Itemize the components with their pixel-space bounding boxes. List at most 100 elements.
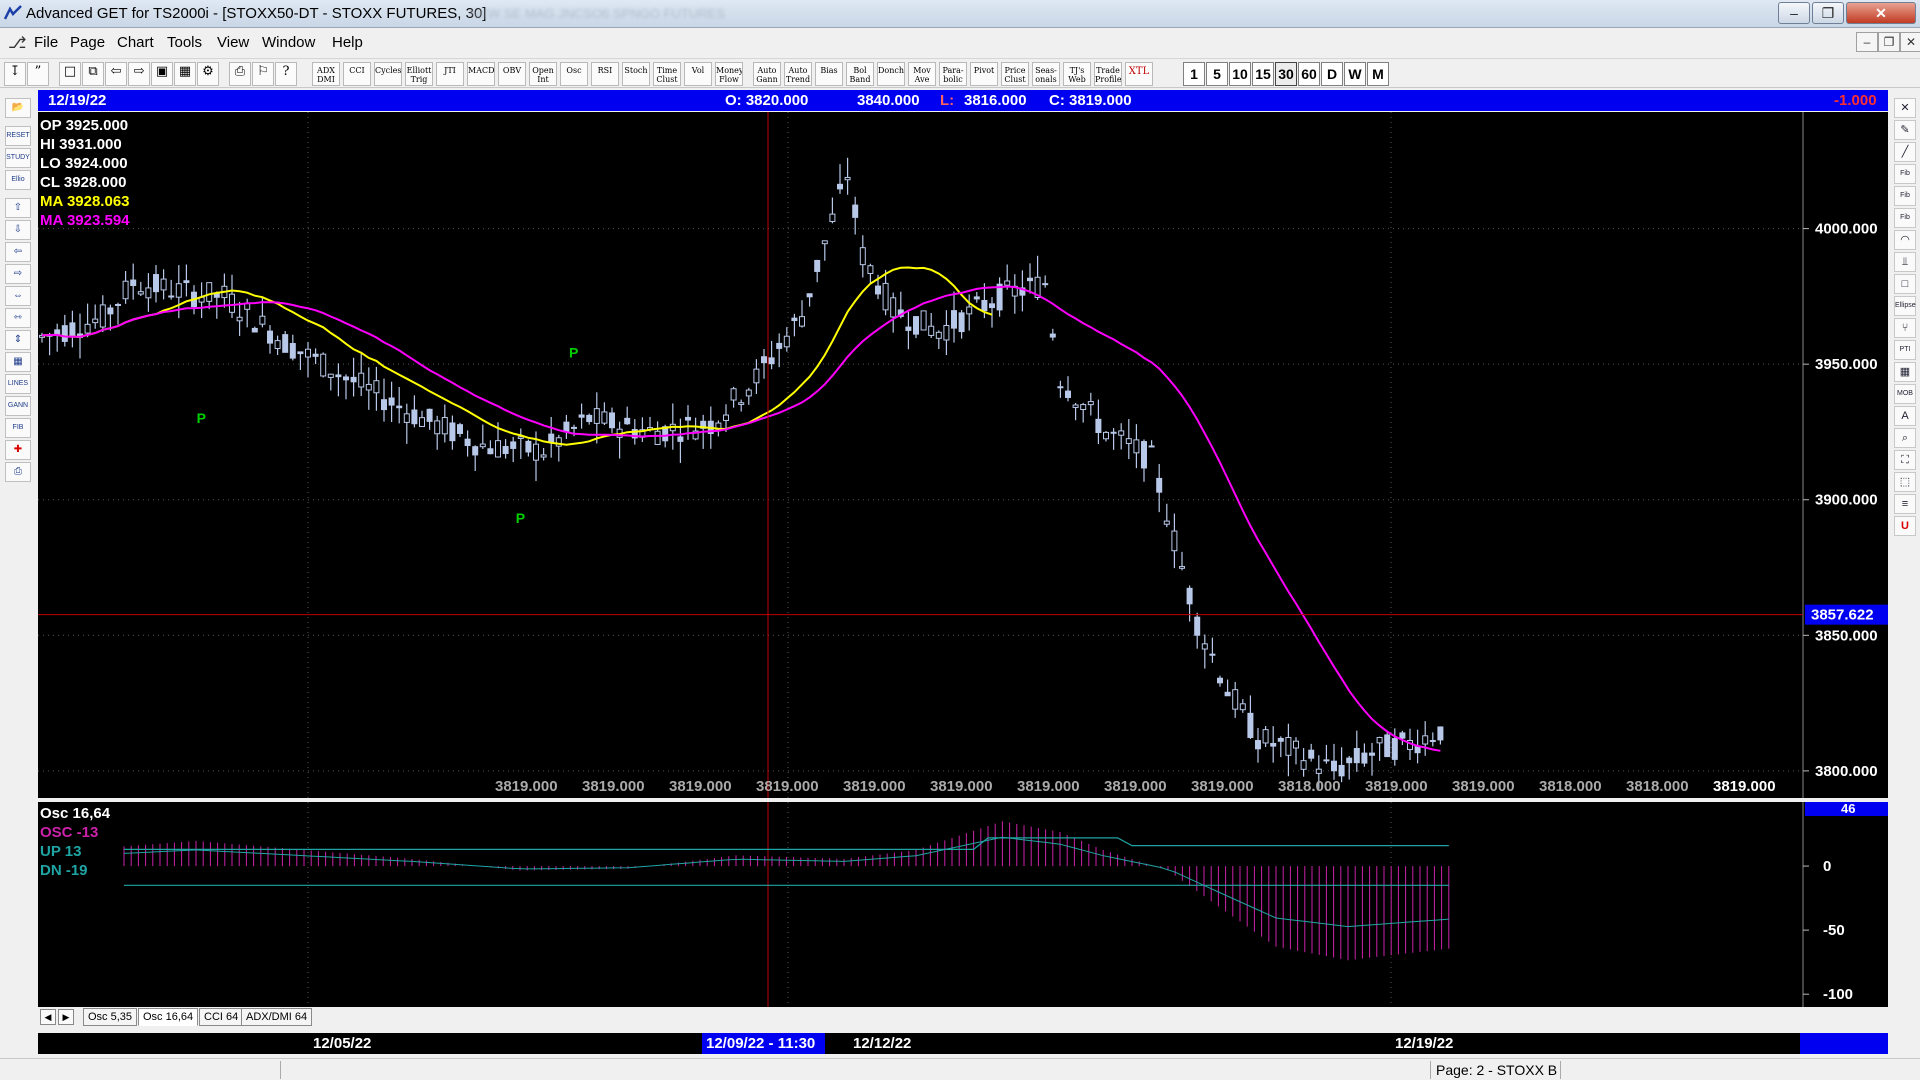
right-tool-fib-ret-button[interactable]: Fib Ret — [1894, 164, 1916, 195]
right-tool-fib-ext-button[interactable]: Fib Ext — [1894, 186, 1916, 217]
right-tool-ellipse-button[interactable]: Ellipse — [1894, 296, 1916, 316]
right-tool-pitchfork-icon[interactable]: ⑂ — [1894, 318, 1916, 338]
right-tool-mob-button[interactable]: MOB — [1894, 384, 1916, 404]
timeframe-1[interactable]: 1 — [1183, 62, 1205, 86]
right-tool-magnifier-icon[interactable]: ⌕ — [1894, 428, 1916, 448]
timeframe-30[interactable]: 30 — [1275, 62, 1297, 86]
right-tool-box-icon[interactable]: □ — [1894, 274, 1916, 294]
study-button-money-flow[interactable]: Money Flow — [715, 62, 743, 86]
study-button-macd[interactable]: MACD — [467, 62, 495, 86]
mdi-close-button[interactable]: ✕ — [1900, 32, 1920, 52]
new-page-icon[interactable]: □ — [59, 62, 81, 86]
study-button-vol[interactable]: Vol — [684, 62, 712, 86]
right-tool-line-icon[interactable]: ╱ — [1894, 142, 1916, 162]
right-tool-fan-icon[interactable]: ⫫ — [1894, 252, 1916, 272]
left-tool-arrow-down-icon[interactable]: ⇩ — [5, 220, 31, 240]
study-button-auto-gann[interactable]: Auto Gann — [753, 62, 781, 86]
tab-osc-16-64[interactable]: Osc 16,64 — [138, 1008, 199, 1026]
doc-icon[interactable]: ⎇ — [8, 33, 26, 53]
oscillator-svg[interactable]: 46 0 -50 -100 Osc 16,64 OSC -13 UP 13 DN -19 — [38, 801, 1888, 1007]
study-button-para-bolic[interactable]: Para-bolic — [939, 62, 967, 86]
study-button-time-clust[interactable]: Time Clust — [653, 62, 681, 86]
study-button-cycles[interactable]: Cycles — [374, 62, 402, 86]
tab-cci-64[interactable]: CCI 64 — [199, 1008, 244, 1026]
right-tool-fib-time-button[interactable]: Fib Time — [1894, 208, 1916, 239]
left-tool-zoom-h-icon[interactable]: ⇔ — [5, 286, 31, 306]
hint-icon[interactable]: ⚐ — [252, 62, 274, 86]
oscillator-panel[interactable]: 46 0 -50 -100 Osc 16,64 OSC -13 UP 13 DN -19 — [38, 801, 1888, 1007]
study-button-open-int[interactable]: Open Int — [529, 62, 557, 86]
right-tool-bucket-icon[interactable]: ⛶ — [1894, 450, 1916, 470]
left-tool-open-folder-icon[interactable]: 📂 — [5, 98, 31, 118]
copy-icon[interactable]: ⧉ — [82, 62, 104, 86]
study-button-elliott-trig[interactable]: Elliott Trig — [405, 62, 433, 86]
settings-icon[interactable]: ⚙ — [197, 62, 219, 86]
timeframe-60[interactable]: 60 — [1298, 62, 1320, 86]
left-tool-print-icon[interactable]: ⎙ — [5, 462, 31, 482]
timeframe-D[interactable]: D — [1321, 62, 1343, 86]
left-tool-arrow-up-icon[interactable]: ⇧ — [5, 198, 31, 218]
right-tool-notes-icon[interactable]: ≡ — [1894, 494, 1916, 514]
mdi-minimize-button[interactable]: – — [1856, 32, 1878, 52]
forward-icon[interactable]: ⇨ — [128, 62, 150, 86]
help-icon[interactable]: ? — [275, 62, 297, 86]
menu-tools[interactable]: Tools — [167, 34, 202, 51]
study-button-price-clust[interactable]: Price Clust — [1001, 62, 1029, 86]
menu-window[interactable]: Window — [262, 34, 315, 51]
menu-chart[interactable]: Chart — [117, 34, 154, 51]
tab-prev-icon[interactable]: ◀ — [40, 1009, 56, 1025]
right-tool-pti-button[interactable]: PTI — [1894, 340, 1916, 360]
left-tool-reset-button[interactable]: RESET — [5, 126, 31, 146]
timeframe-M[interactable]: M — [1367, 62, 1389, 86]
tab-next-icon[interactable]: ▶ — [58, 1009, 74, 1025]
right-tool-arc-icon[interactable]: ◠ — [1894, 230, 1916, 250]
left-tool-fib-button[interactable]: FIB — [5, 418, 31, 438]
timeframe-W[interactable]: W — [1344, 62, 1366, 86]
study-button-seas-onals[interactable]: Seas-onals — [1032, 62, 1060, 86]
right-tool-x-icon[interactable]: ✕ — [1894, 98, 1916, 118]
timeframe-10[interactable]: 10 — [1229, 62, 1251, 86]
study-button-rsi[interactable]: RSI — [591, 62, 619, 86]
menu-file[interactable]: File — [34, 34, 58, 51]
left-tool-gann-button[interactable]: GANN — [5, 396, 31, 416]
left-tool-crosshair-icon[interactable]: ✚ — [5, 440, 31, 460]
menu-help[interactable]: Help — [332, 34, 363, 51]
study-button-tj-s-web[interactable]: TJ's Web — [1063, 62, 1091, 86]
right-tool-grid-icon[interactable]: ▦ — [1894, 362, 1916, 382]
right-tool-pencil-icon[interactable]: ✎ — [1894, 120, 1916, 140]
left-tool-lines-button[interactable]: LINES — [5, 374, 31, 394]
left-tool-grid-icon[interactable]: ▦ — [5, 352, 31, 372]
study-button-obv[interactable]: OBV — [498, 62, 526, 86]
right-tool-a-icon[interactable]: A — [1894, 406, 1916, 426]
quote-icon[interactable]: ” — [27, 62, 49, 86]
timeframe-5[interactable]: 5 — [1206, 62, 1228, 86]
left-tool-arrow-left-icon[interactable]: ⇦ — [5, 242, 31, 262]
left-tool-expand-v-icon[interactable]: ⇕ — [5, 330, 31, 350]
maximize-button[interactable]: ❐ — [1812, 2, 1844, 24]
study-button-osc[interactable]: Osc — [560, 62, 588, 86]
pin-icon[interactable]: ↧ — [4, 62, 26, 86]
left-tool-study-button[interactable]: STUDY — [5, 148, 31, 168]
study-button-xtl[interactable]: XTL — [1125, 62, 1153, 86]
right-tool-u-icon[interactable]: U — [1894, 516, 1916, 536]
study-button-adx-dmi[interactable]: ADX DMI — [312, 62, 340, 86]
study-button-stoch[interactable]: Stoch — [622, 62, 650, 86]
minimize-button[interactable]: – — [1778, 2, 1810, 24]
timeframe-15[interactable]: 15 — [1252, 62, 1274, 86]
tab-osc-5-35[interactable]: Osc 5,35 — [83, 1008, 138, 1026]
right-tool-eraser-icon[interactable]: ⬚ — [1894, 472, 1916, 492]
grid-icon[interactable]: ▦ — [174, 62, 196, 86]
left-tool-compress-h-icon[interactable]: ⇿ — [5, 308, 31, 328]
study-button-auto-trend[interactable]: Auto Trend — [784, 62, 812, 86]
study-button-trade-profile[interactable]: Trade Profile — [1094, 62, 1122, 86]
back-icon[interactable]: ⇦ — [105, 62, 127, 86]
layout-icon[interactable]: ▣ — [151, 62, 173, 86]
price-chart-svg[interactable]: 4000.000 3950.000 3900.000 3850.000 3800.000… — [38, 112, 1888, 798]
study-button-donch[interactable]: Donch — [877, 62, 905, 86]
price-chart[interactable]: 4000.000 3950.000 3900.000 3850.000 3800.000… — [38, 112, 1888, 798]
study-button-cci[interactable]: CCI — [343, 62, 371, 86]
menu-view[interactable]: View — [217, 34, 249, 51]
study-button-mov-ave[interactable]: Mov Ave — [908, 62, 936, 86]
print-icon[interactable]: ⎙ — [229, 62, 251, 86]
mdi-restore-button[interactable]: ❐ — [1878, 32, 1900, 52]
